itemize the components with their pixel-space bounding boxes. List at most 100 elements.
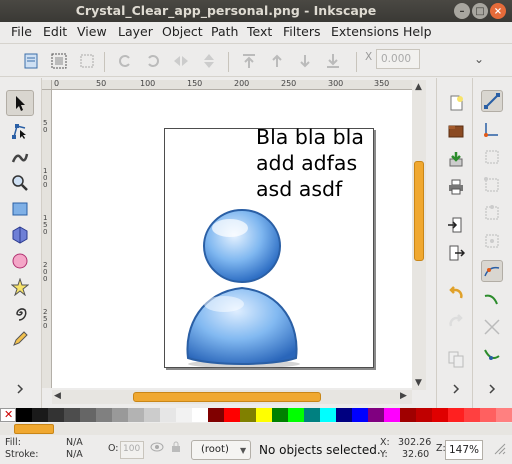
snap-intersections-icon[interactable] (481, 316, 503, 338)
color-swatch[interactable] (32, 408, 48, 422)
snap-more-icon[interactable] (481, 378, 503, 400)
color-swatch[interactable] (160, 408, 176, 422)
color-swatch[interactable] (64, 408, 80, 422)
drawing-canvas[interactable]: Bla bla bla add adfas asd asdf (52, 90, 412, 388)
color-swatch[interactable] (464, 408, 480, 422)
snap-nodes-icon[interactable] (481, 260, 503, 282)
vertical-scroll-thumb[interactable] (414, 161, 424, 261)
color-swatch[interactable] (208, 408, 224, 422)
menu-filters[interactable]: Filters (283, 24, 320, 39)
selector-tool-icon[interactable] (6, 90, 34, 116)
scroll-down-button[interactable]: ▼ (415, 378, 422, 388)
canvas-text[interactable]: Bla bla bla add adfas asd asdf (256, 124, 364, 202)
menu-help[interactable]: Help (403, 24, 432, 39)
color-swatch[interactable] (448, 408, 464, 422)
rotate-cw-icon[interactable] (142, 50, 164, 72)
x-input[interactable]: 0.000 (376, 49, 420, 69)
maximize-button[interactable]: □ (472, 3, 488, 19)
color-swatch[interactable] (272, 408, 288, 422)
node-tool-icon[interactable] (6, 118, 34, 144)
toolbar-overflow-button[interactable]: ⌄ (474, 52, 484, 66)
layer-dropdown-arrow-icon[interactable]: ▼ (240, 446, 246, 455)
fill-value[interactable]: N/A (66, 437, 83, 448)
enable-snapping-icon[interactable] (481, 90, 503, 112)
color-swatch[interactable] (320, 408, 336, 422)
menu-text[interactable]: Text (247, 24, 272, 39)
snap-bbox-icon[interactable] (481, 118, 503, 140)
snap-bbox-edges-icon[interactable] (481, 146, 503, 168)
rotate-ccw-icon[interactable] (114, 50, 136, 72)
opacity-input[interactable]: 100 (120, 441, 144, 459)
menu-object[interactable]: Object (162, 24, 203, 39)
snap-paths-icon[interactable] (481, 288, 503, 310)
3dbox-tool-icon[interactable] (6, 222, 34, 248)
color-swatch[interactable] (224, 408, 240, 422)
no-paint-swatch[interactable]: ✕ (0, 408, 16, 422)
snap-bbox-midpoints-icon[interactable] (481, 202, 503, 224)
tweak-tool-icon[interactable] (6, 144, 34, 170)
lower-to-bottom-icon[interactable] (322, 50, 344, 72)
menu-extensions[interactable]: Extensions (331, 24, 399, 39)
select-all-icon[interactable] (20, 50, 42, 72)
person-icon[interactable] (180, 208, 304, 368)
lower-icon[interactable] (294, 50, 316, 72)
menu-layer[interactable]: Layer (118, 24, 153, 39)
export-icon[interactable] (445, 242, 467, 264)
toolbox-more-icon[interactable] (6, 376, 34, 402)
import-icon[interactable] (445, 214, 467, 236)
color-swatch[interactable] (416, 408, 432, 422)
minimize-button[interactable]: – (454, 3, 470, 19)
snap-bbox-corners-icon[interactable] (481, 174, 503, 196)
color-swatch[interactable] (80, 408, 96, 422)
color-swatch[interactable] (400, 408, 416, 422)
color-swatch[interactable] (304, 408, 320, 422)
resize-grip-icon[interactable] (493, 442, 507, 459)
horizontal-scroll-thumb[interactable] (133, 392, 321, 402)
star-tool-icon[interactable] (6, 274, 34, 300)
print-icon[interactable] (445, 176, 467, 198)
snap-smooth-nodes-icon[interactable] (481, 344, 503, 366)
redo-icon[interactable] (445, 310, 467, 332)
select-all-layers-icon[interactable] (48, 50, 70, 72)
menu-edit[interactable]: Edit (43, 24, 67, 39)
save-document-icon[interactable] (445, 148, 467, 170)
flip-vertical-icon[interactable] (198, 50, 220, 72)
pencil-tool-icon[interactable] (6, 326, 34, 352)
undo-icon[interactable] (445, 282, 467, 304)
new-document-icon[interactable] (445, 92, 467, 114)
color-swatch[interactable] (496, 408, 512, 422)
color-palette[interactable]: ✕ (0, 408, 512, 422)
color-swatch[interactable] (432, 408, 448, 422)
raise-to-top-icon[interactable] (238, 50, 260, 72)
color-swatch[interactable] (112, 408, 128, 422)
color-swatch[interactable] (384, 408, 400, 422)
color-swatch[interactable] (48, 408, 64, 422)
horizontal-scrollbar[interactable]: ◀ ▶ (52, 390, 412, 404)
copy-icon[interactable] (445, 348, 467, 370)
color-swatch[interactable] (256, 408, 272, 422)
lock-icon[interactable] (170, 441, 182, 456)
color-swatch[interactable] (144, 408, 160, 422)
palette-scrollbar[interactable] (0, 423, 512, 435)
menu-view[interactable]: View (77, 24, 107, 39)
rectangle-tool-icon[interactable] (6, 196, 34, 222)
scroll-up-button[interactable]: ▲ (415, 82, 422, 92)
color-swatch[interactable] (240, 408, 256, 422)
vertical-scrollbar[interactable]: ▲ ▼ (412, 80, 426, 390)
ellipse-tool-icon[interactable] (6, 248, 34, 274)
color-swatch[interactable] (176, 408, 192, 422)
zoom-tool-icon[interactable] (6, 170, 34, 196)
stroke-value[interactable]: N/A (66, 449, 83, 460)
zoom-input[interactable]: 147% (445, 440, 483, 460)
snap-bbox-centers-icon[interactable] (481, 230, 503, 252)
deselect-icon[interactable] (76, 50, 98, 72)
close-button[interactable]: × (490, 3, 506, 19)
scroll-left-button[interactable]: ◀ (54, 391, 61, 401)
color-swatch[interactable] (480, 408, 496, 422)
color-swatch[interactable] (288, 408, 304, 422)
color-swatch[interactable] (336, 408, 352, 422)
flip-horizontal-icon[interactable] (170, 50, 192, 72)
menu-file[interactable]: File (11, 24, 32, 39)
color-swatch[interactable] (192, 408, 208, 422)
palette-scroll-thumb[interactable] (14, 424, 54, 434)
